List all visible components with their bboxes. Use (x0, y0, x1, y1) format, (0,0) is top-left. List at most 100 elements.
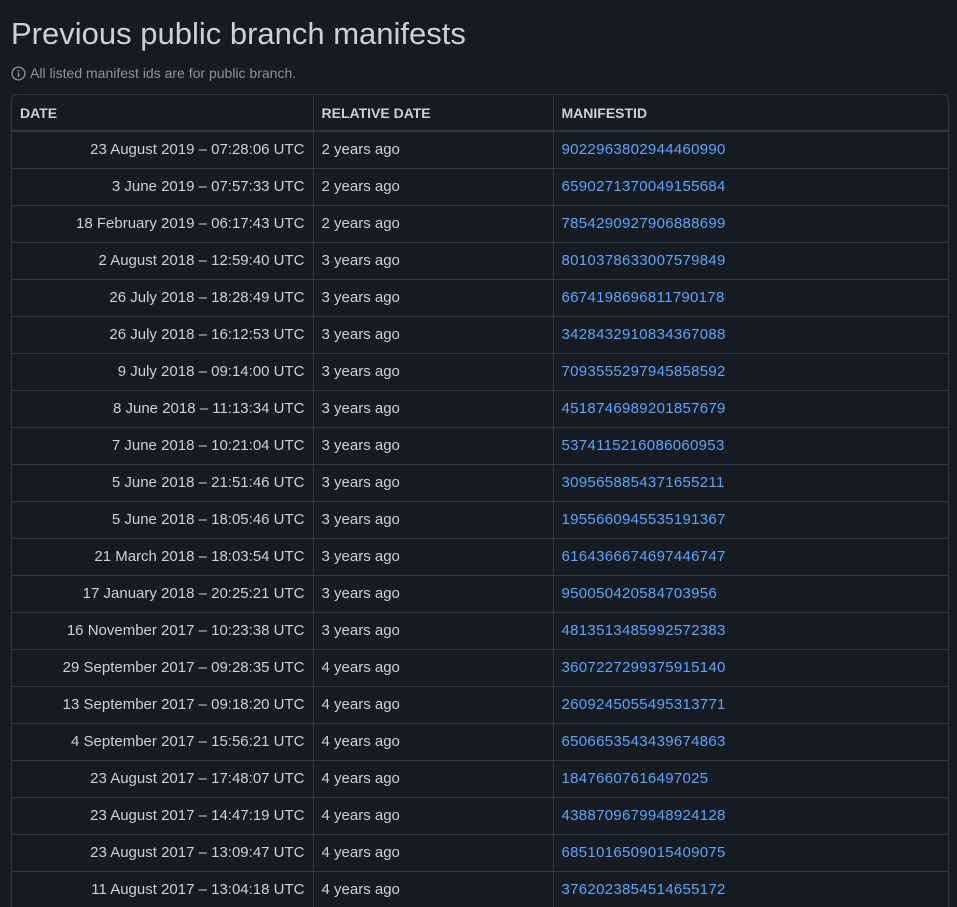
manifest-link[interactable]: 6674198696811790178 (562, 289, 725, 306)
cell-date: 7 June 2018 – 10:21:04 UTC (12, 426, 314, 464)
cell-date: 16 November 2017 – 10:23:38 UTC (12, 611, 314, 649)
cell-date: 3 June 2019 – 07:57:33 UTC (12, 167, 314, 205)
cell-relative-date: 3 years ago (313, 315, 554, 353)
table-row: 8 June 2018 – 11:13:34 UTC 3 years ago 451… (12, 389, 948, 427)
cell-manifestid: 3607227299375915140 (553, 648, 948, 686)
cell-relative-date: 2 years ago (313, 167, 554, 205)
cell-date: 23 August 2017 – 14:47:19 UTC (12, 796, 314, 834)
manifest-table-container: DATE RELATIVE DATE MANIFESTID 23 August … (11, 94, 949, 907)
table-row: 11 August 2017 – 13:04:18 UTC 4 years ago… (12, 870, 948, 907)
table-row: 26 July 2018 – 18:28:49 UTC 3 years ago 66… (12, 278, 948, 316)
table-header-row: DATE RELATIVE DATE MANIFESTID (12, 95, 948, 132)
cell-date: 8 June 2018 – 11:13:34 UTC (12, 389, 314, 427)
manifest-link[interactable]: 9022963802944460990 (562, 141, 726, 158)
cell-relative-date: 4 years ago (313, 796, 554, 834)
cell-relative-date: 3 years ago (313, 241, 554, 279)
info-icon (11, 65, 26, 81)
manifest-link[interactable]: 3428432910834367088 (562, 326, 726, 343)
cell-date: 13 September 2017 – 09:18:20 UTC (12, 685, 314, 723)
manifest-table: DATE RELATIVE DATE MANIFESTID 23 August … (12, 95, 948, 907)
cell-relative-date: 4 years ago (313, 870, 554, 907)
table-row: 7 June 2018 – 10:21:04 UTC 3 years ago 537… (12, 426, 948, 464)
manifest-link[interactable]: 7854290927906888699 (562, 215, 726, 232)
column-header-manifestid[interactable]: MANIFESTID (553, 95, 948, 132)
cell-relative-date: 4 years ago (313, 759, 554, 797)
cell-relative-date: 3 years ago (313, 574, 554, 612)
cell-manifestid: 7854290927906888699 (553, 204, 948, 242)
manifest-link[interactable]: 1955660945535191367 (562, 511, 726, 528)
table-row: 5 June 2018 – 21:51:46 UTC 3 years ago 309… (12, 463, 948, 501)
cell-manifestid: 6506653543439674863 (553, 722, 948, 760)
cell-manifestid: 6164366674697446747 (553, 537, 948, 575)
table-row: 26 July 2018 – 16:12:53 UTC 3 years ago 34… (12, 315, 948, 353)
cell-relative-date: 4 years ago (313, 833, 554, 871)
cell-date: 23 August 2017 – 13:09:47 UTC (12, 833, 314, 871)
cell-relative-date: 4 years ago (313, 685, 554, 723)
manifest-link[interactable]: 7093555297945858592 (562, 363, 726, 380)
manifest-link[interactable]: 8010378633007579849 (562, 252, 726, 269)
cell-relative-date: 3 years ago (313, 426, 554, 464)
cell-date: 23 August 2019 – 07:28:06 UTC (12, 131, 314, 168)
cell-manifestid: 950050420584703956 (553, 574, 948, 612)
table-row: 23 August 2019 – 07:28:06 UTC 2 years ago… (12, 131, 948, 168)
manifest-link[interactable]: 2609245055495313771 (562, 696, 726, 713)
manifest-link[interactable]: 3762023854514655172 (562, 881, 726, 898)
cell-manifestid: 6590271370049155684 (553, 167, 948, 205)
table-row: 3 June 2019 – 07:57:33 UTC 2 years ago 659… (12, 167, 948, 205)
manifest-link[interactable]: 4388709679948924128 (562, 807, 726, 824)
cell-relative-date: 2 years ago (313, 204, 554, 242)
table-row: 9 July 2018 – 09:14:00 UTC 3 years ago 709… (12, 352, 948, 390)
manifest-link[interactable]: 4813513485992572383 (562, 622, 726, 639)
cell-manifestid: 3095658854371655211 (553, 463, 948, 501)
manifest-link[interactable]: 6851016509015409075 (562, 844, 726, 861)
manifest-link[interactable]: 18476607616497025 (562, 770, 709, 787)
cell-date: 23 August 2017 – 17:48:07 UTC (12, 759, 314, 797)
cell-manifestid: 6674198696811790178 (553, 278, 948, 316)
cell-manifestid: 3428432910834367088 (553, 315, 948, 353)
column-header-date[interactable]: DATE (12, 95, 314, 132)
table-row: 23 August 2017 – 14:47:19 UTC 4 years ago… (12, 796, 948, 834)
table-row: 13 September 2017 – 09:18:20 UTC 4 years … (12, 685, 948, 723)
table-row: 17 January 2018 – 20:25:21 UTC 3 years ag… (12, 574, 948, 612)
manifest-link[interactable]: 950050420584703956 (562, 585, 718, 602)
table-row: 2 August 2018 – 12:59:40 UTC 3 years ago 8… (12, 241, 948, 279)
cell-date: 26 July 2018 – 18:28:49 UTC (12, 278, 314, 316)
manifest-link[interactable]: 6164366674697446747 (562, 548, 726, 565)
manifest-link[interactable]: 4518746989201857679 (562, 400, 726, 417)
manifest-link[interactable]: 3095658854371655211 (562, 474, 725, 491)
cell-relative-date: 3 years ago (313, 352, 554, 390)
manifest-link[interactable]: 6506653543439674863 (562, 733, 726, 750)
table-row: 5 June 2018 – 18:05:46 UTC 3 years ago 195… (12, 500, 948, 538)
cell-relative-date: 2 years ago (313, 131, 554, 168)
table-row: 21 March 2018 – 18:03:54 UTC 3 years ago 6… (12, 537, 948, 575)
cell-date: 9 July 2018 – 09:14:00 UTC (12, 352, 314, 390)
cell-date: 26 July 2018 – 16:12:53 UTC (12, 315, 314, 353)
manifest-link[interactable]: 6590271370049155684 (562, 178, 726, 195)
manifest-link[interactable]: 5374115216086060953 (562, 437, 725, 454)
cell-manifestid: 3762023854514655172 (553, 870, 948, 907)
table-row: 23 August 2017 – 17:48:07 UTC 4 years ago… (12, 759, 948, 797)
cell-manifestid: 8010378633007579849 (553, 241, 948, 279)
table-row: 16 November 2017 – 10:23:38 UTC 3 years a… (12, 611, 948, 649)
cell-manifestid: 18476607616497025 (553, 759, 948, 797)
cell-date: 29 September 2017 – 09:28:35 UTC (12, 648, 314, 686)
cell-manifestid: 1955660945535191367 (553, 500, 948, 538)
cell-relative-date: 3 years ago (313, 389, 554, 427)
cell-relative-date: 3 years ago (313, 500, 554, 538)
table-row: 18 February 2019 – 06:17:43 UTC 2 years a… (12, 204, 948, 242)
info-notice: All listed manifest ids are for public b… (11, 64, 296, 82)
cell-date: 18 February 2019 – 06:17:43 UTC (12, 204, 314, 242)
column-header-relative-date[interactable]: RELATIVE DATE (313, 95, 554, 132)
table-row: 4 September 2017 – 15:56:21 UTC 4 years a… (12, 722, 948, 760)
cell-manifestid: 9022963802944460990 (553, 131, 948, 168)
cell-manifestid: 2609245055495313771 (553, 685, 948, 723)
cell-relative-date: 4 years ago (313, 648, 554, 686)
cell-date: 5 June 2018 – 18:05:46 UTC (12, 500, 314, 538)
cell-manifestid: 4518746989201857679 (553, 389, 948, 427)
cell-date: 5 June 2018 – 21:51:46 UTC (12, 463, 314, 501)
manifest-link[interactable]: 3607227299375915140 (562, 659, 726, 676)
cell-relative-date: 3 years ago (313, 463, 554, 501)
cell-date: 17 January 2018 – 20:25:21 UTC (12, 574, 314, 612)
table-row: 23 August 2017 – 13:09:47 UTC 4 years ago… (12, 833, 948, 871)
notice-text: All listed manifest ids are for public b… (30, 65, 297, 81)
